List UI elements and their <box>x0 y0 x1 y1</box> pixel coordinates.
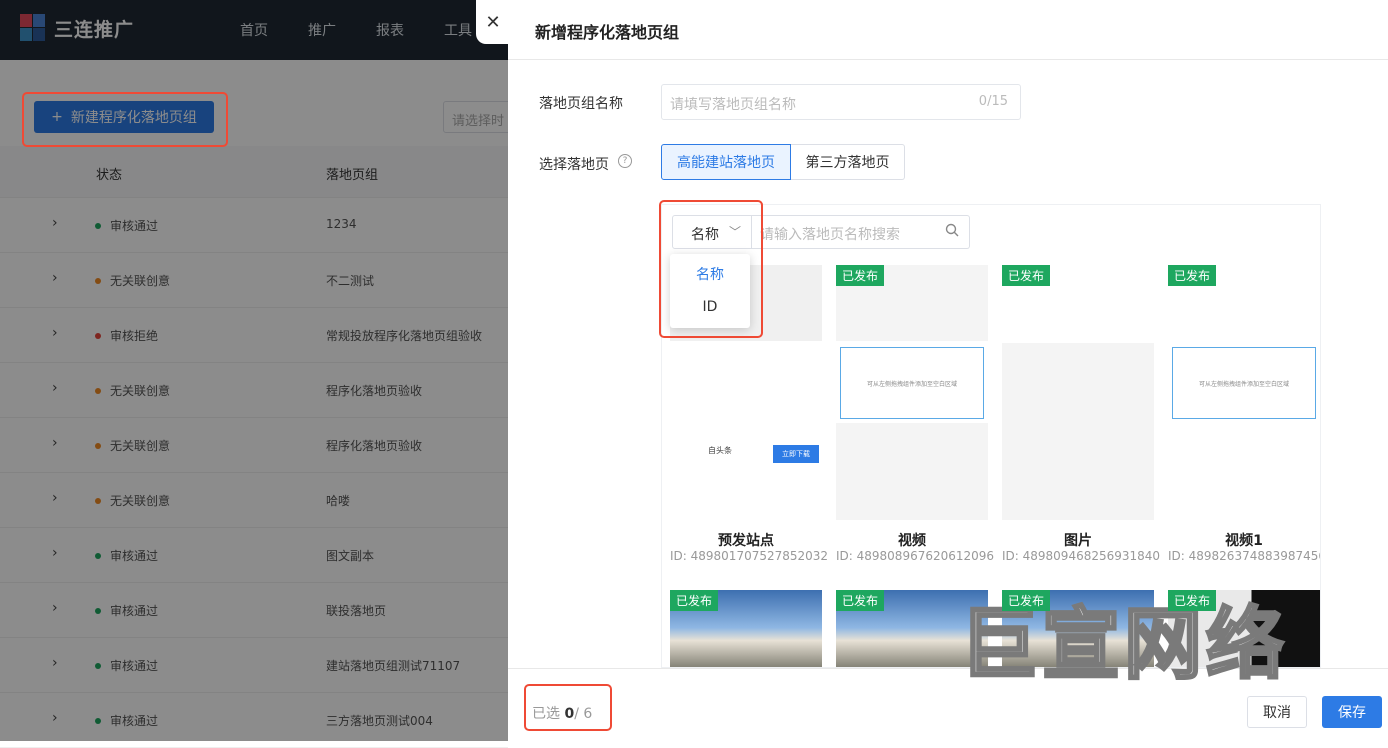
published-badge: 已发布 <box>670 590 719 611</box>
published-badge: 已发布 <box>1002 590 1051 611</box>
select-page-label: 选择落地页 <box>539 157 609 173</box>
card-thumbnail: 可从左侧拖拽组件添加至空白区域 已发布 <box>836 265 988 520</box>
published-badge: 已发布 <box>1168 590 1217 611</box>
published-badge: 已发布 <box>836 590 885 611</box>
highlight-box <box>659 200 763 338</box>
cancel-button[interactable]: 取消 <box>1247 696 1307 728</box>
close-icon[interactable]: ✕ <box>476 0 510 44</box>
landing-card-image[interactable]: 已发布 <box>670 590 822 667</box>
card-id: ID: 489808967620612096 <box>836 549 995 563</box>
drawer-header: 新增程序化落地页组 <box>508 0 1388 60</box>
card-title: 视频 <box>898 533 926 549</box>
group-name-placeholder: 请填写落地页组名称 <box>670 97 796 113</box>
mock-text: 自头条 <box>708 446 732 455</box>
mock-download-button: 立即下载 <box>773 445 819 463</box>
group-name-count: 0/15 <box>978 94 1008 109</box>
card-id: ID: 489809468256931840 <box>1002 549 1161 563</box>
card-title: 图片 <box>1064 533 1092 549</box>
card-id: ID: 489826374883987456 <box>1168 549 1321 563</box>
question-icon[interactable]: ? <box>618 154 632 168</box>
search-input[interactable]: 请输入落地页名称搜索 <box>752 215 970 249</box>
card-thumbnail: 可从左侧拖拽组件添加至空白区域 已发布 <box>1168 265 1320 520</box>
group-name-input[interactable]: 请填写落地页组名称 0/15 <box>661 84 1021 120</box>
mock-text: 可从左侧拖拽组件添加至空白区域 <box>866 380 957 388</box>
search-icon[interactable] <box>945 223 959 241</box>
published-badge: 已发布 <box>1168 265 1217 286</box>
card-title: 视频1 <box>1225 533 1263 549</box>
group-name-label: 落地页组名称 <box>539 96 623 112</box>
drawer-title: 新增程序化落地页组 <box>535 23 680 42</box>
card-thumbnail: 已发布 <box>1002 265 1154 520</box>
tab-site-pages[interactable]: 高能建站落地页 <box>661 144 791 180</box>
tab-third-party-pages[interactable]: 第三方落地页 <box>791 144 905 180</box>
search-placeholder: 请输入落地页名称搜索 <box>760 227 900 243</box>
highlight-box <box>22 92 228 147</box>
save-button[interactable]: 保存 <box>1322 696 1382 728</box>
mock-text: 可从左侧拖拽组件添加至空白区域 <box>1198 380 1289 388</box>
card-id: ID: 489801707527852032 <box>670 549 829 563</box>
card-title: 预发站点 <box>718 533 774 549</box>
published-badge: 已发布 <box>836 265 885 286</box>
published-badge: 已发布 <box>1002 265 1051 286</box>
highlight-box <box>524 684 612 731</box>
